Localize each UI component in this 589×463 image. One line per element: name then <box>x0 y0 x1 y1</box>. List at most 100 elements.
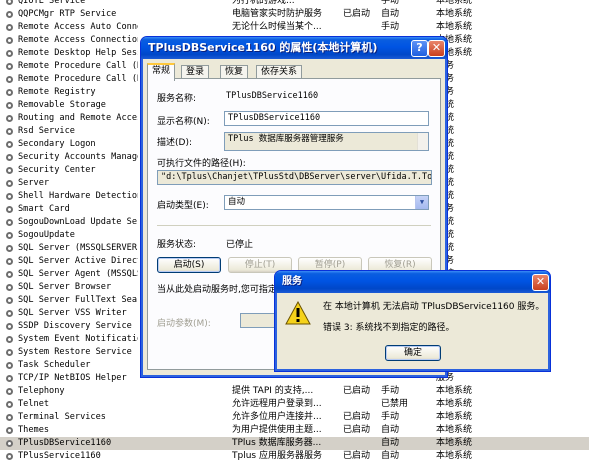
service-startup-type: 自动 <box>381 438 400 448</box>
service-name: Remote Procedure Call (RPC) Locator <box>18 74 138 84</box>
gear-icon <box>5 335 15 344</box>
chevron-down-icon[interactable]: ▼ <box>415 196 428 209</box>
service-name: SQL Server VSS Writer <box>18 308 127 318</box>
gear-icon <box>5 439 15 448</box>
service-name: Telnet <box>18 399 50 409</box>
service-name: Security Center <box>18 165 96 175</box>
service-description: TPlus 数据库服务器... <box>232 438 322 448</box>
properties-titlebar[interactable]: TPlusDBService1160 的属性(本地计算机) ? ✕ <box>141 37 447 59</box>
service-row[interactable]: TPlusDBService1160 TPlus 数据库服务器... 自动 本地系统 <box>0 437 589 450</box>
service-row[interactable]: Themes 为用户提供使用主题... 已启动 自动 本地系统 <box>0 424 589 437</box>
service-description: 电脑管家实时防护服务 <box>232 9 323 19</box>
service-startup-type: 手动 <box>381 412 400 422</box>
service-name: TCP/IP NetBIOS Helper <box>18 373 127 383</box>
service-name-value: TPlusDBService1160 <box>226 91 319 101</box>
service-logon: 本地系统 <box>436 9 473 19</box>
service-name: System Event Notification <box>18 334 138 344</box>
service-status: 已启动 <box>343 386 371 396</box>
gear-icon <box>5 231 15 240</box>
gear-icon <box>5 101 15 110</box>
gear-icon <box>5 426 15 435</box>
properties-title: TPlusDBService1160 的属性(本地计算机) <box>148 41 378 54</box>
gear-icon <box>5 283 15 292</box>
close-button[interactable]: ✕ <box>428 40 445 57</box>
tab-general[interactable]: 常规 <box>147 63 176 81</box>
service-row[interactable]: QIOTE Service 为打机的游戏... 手动 本地系统 <box>0 0 589 8</box>
gear-icon <box>5 127 15 136</box>
service-name: Secondary Logon <box>18 139 96 149</box>
service-name: Remote Registry <box>18 87 96 97</box>
gear-icon <box>5 244 15 253</box>
display-name-label: 显示名称(N): <box>157 117 210 127</box>
service-description: 为打机的游戏... <box>232 0 295 6</box>
gear-icon <box>5 205 15 214</box>
description-scrollbar[interactable] <box>417 133 428 150</box>
service-status-value: 已停止 <box>226 240 254 250</box>
description-label: 描述(D): <box>157 138 192 148</box>
service-row[interactable]: Telephony 提供 TAPI 的支持,... 已启动 手动 本地系统 <box>0 385 589 398</box>
gear-icon <box>5 36 15 45</box>
service-row[interactable]: QQPCMgr RTP Service 电脑管家实时防护服务 已启动 自动 本地系统 <box>0 8 589 21</box>
error-title: 服务 <box>282 276 302 287</box>
gear-icon <box>5 23 15 32</box>
service-logon: 本地系统 <box>436 386 473 396</box>
service-name: Shell Hardware Detection <box>18 191 138 201</box>
warning-icon <box>285 301 311 325</box>
service-startup-type: 自动 <box>381 451 400 461</box>
error-close-button[interactable]: ✕ <box>532 274 549 291</box>
service-name: Telephony <box>18 386 65 396</box>
gear-icon <box>5 296 15 305</box>
gear-icon <box>5 114 15 123</box>
service-name: TPlusDBService1160 <box>18 438 112 448</box>
service-row[interactable]: Terminal Services 允许多位用户连接并... 已启动 手动 本地系统 <box>0 411 589 424</box>
service-logon: 本地系统 <box>436 425 473 435</box>
service-name: QIOTE Service <box>18 0 86 6</box>
startup-type-select[interactable]: 自动 ▼ <box>224 195 429 210</box>
service-name: SQL Server FullText Search <box>18 295 138 305</box>
ok-button[interactable]: 确定 <box>385 345 441 361</box>
description-text: TPlus 数据库服务器管理服务 <box>228 134 344 144</box>
service-description: 允许远程用户登录到... <box>232 399 322 409</box>
service-name: Smart Card <box>18 204 70 214</box>
gear-icon <box>5 400 15 409</box>
service-row[interactable]: Telnet 允许远程用户登录到... 已禁用 本地系统 <box>0 398 589 411</box>
gear-icon <box>5 192 15 201</box>
service-status: 已启动 <box>343 425 371 435</box>
service-name: SQL Server Agent (MSSQLSERVER) <box>18 269 138 279</box>
tab-recovery[interactable]: 恢复 <box>220 65 249 79</box>
gear-icon <box>5 218 15 227</box>
gear-icon <box>5 88 15 97</box>
help-button[interactable]: ? <box>411 40 428 57</box>
service-name: System Restore Service <box>18 347 132 357</box>
description-field[interactable]: TPlus 数据库服务器管理服务 <box>224 132 429 151</box>
gear-icon <box>5 166 15 175</box>
service-name: SSDP Discovery Service <box>18 321 132 331</box>
gear-icon <box>5 452 15 461</box>
service-name: Remote Procedure Call (RPC) <box>18 61 138 71</box>
service-logon: 本地系统 <box>436 451 473 461</box>
gear-icon <box>5 387 15 396</box>
display-name-field[interactable]: TPlusDBService1160 <box>224 111 429 126</box>
service-name: Terminal Services <box>18 412 106 422</box>
service-name: SogouUpdate <box>18 230 75 240</box>
service-row[interactable]: TPlusService1160 Tplus 应用服务器服务 已启动 自动 本地系统 <box>0 450 589 463</box>
service-name: Remote Access Connection Manager <box>18 35 138 45</box>
service-name: SQL Server Browser <box>18 282 112 292</box>
service-name: Routing and Remote Access <box>18 113 138 123</box>
service-row[interactable]: Remote Access Auto Connection Manager 无论什… <box>0 21 589 34</box>
error-titlebar[interactable]: 服务 ✕ <box>275 271 550 293</box>
gear-icon <box>5 361 15 370</box>
start-button[interactable]: 启动(S) <box>157 257 221 273</box>
service-name: Remote Access Auto Connection Manager <box>18 22 138 32</box>
service-name: Task Scheduler <box>18 360 91 370</box>
tab-logon[interactable]: 登录 <box>181 65 210 79</box>
tab-dependencies[interactable]: 依存关系 <box>256 65 303 79</box>
service-name-label: 服务名称: <box>157 94 197 104</box>
service-startup-type: 手动 <box>381 0 400 6</box>
gear-icon <box>5 153 15 162</box>
error-message-line2: 错误 3: 系统找不到指定的路径。 <box>323 323 455 333</box>
path-field[interactable]: "d:\Tplus\Chanjet\TPlusStd\DBServer\serv… <box>157 170 432 185</box>
service-logon: 本地系统 <box>436 399 473 409</box>
gear-icon <box>5 270 15 279</box>
start-params-label: 启动参数(M): <box>157 319 211 329</box>
